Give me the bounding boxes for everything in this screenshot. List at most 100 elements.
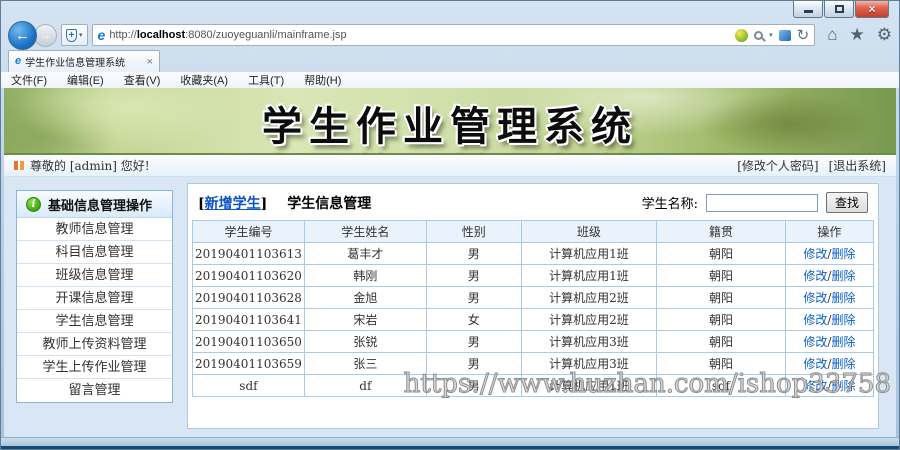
cell-gender: 女 <box>425 308 522 331</box>
delete-link[interactable]: 删除 <box>831 269 855 283</box>
maximize-button[interactable] <box>824 1 854 18</box>
tab-close-icon[interactable]: × <box>147 56 153 68</box>
add-student-link[interactable]: 新增学生 <box>205 196 261 212</box>
edit-link[interactable]: 修改 <box>803 269 827 283</box>
back-button[interactable]: ← <box>8 20 37 50</box>
delete-link[interactable]: 删除 <box>831 247 855 261</box>
sidebar-item[interactable]: 班级信息管理 <box>17 264 172 287</box>
search-label: 学生名称: <box>641 197 698 212</box>
url-path: :8080/zuoyeguanli/mainframe.jsp <box>185 29 347 41</box>
student-table-body: 20190401103613 葛丰才男计算机应用1班 朝阳 修改/删除 20190401… <box>192 242 875 397</box>
close-button[interactable]: × <box>855 1 889 18</box>
url-text: http://localhost:8080/zuoyeguanli/mainfr… <box>109 29 731 41</box>
chevron-down-icon: ▾ <box>79 32 83 39</box>
cell-origin: 朝阳 <box>656 286 786 309</box>
menu-item-favorites[interactable]: 收藏夹(A) <box>180 72 228 88</box>
info-icon: i <box>26 196 41 212</box>
cell-id: 20190401103650 <box>192 330 305 353</box>
page-content: 学生作业管理系统 学生作业管理系统 尊敬的 [admin] 您好! [修改个人密… <box>4 88 896 437</box>
cell-class: 计算机应用1班 <box>520 264 658 287</box>
search-icon[interactable] <box>754 30 764 40</box>
cell-class: 计算机应用2班 <box>520 308 658 331</box>
table-header-row: 学生编号 学生姓名 性别 班级 籍贯 操作 <box>192 220 875 243</box>
forward-button[interactable]: → <box>34 23 57 47</box>
cell-operations: 修改/删除 <box>784 352 875 375</box>
address-bar-icons: ▾ ↻ <box>735 28 809 43</box>
cell-id: sdf <box>192 374 305 397</box>
table-row: 20190401103628 金旭男计算机应用2班 朝阳 修改/删除 <box>192 286 875 309</box>
sidebar-item[interactable]: 教师信息管理 <box>17 218 172 241</box>
shield-icon: + <box>66 28 77 42</box>
cell-operations: 修改/删除 <box>784 330 875 353</box>
ie-logo-icon: e <box>97 27 106 43</box>
menu-item-file[interactable]: 文件(F) <box>11 72 47 88</box>
cell-class: 计算机应用1班 <box>520 374 658 397</box>
sidebar-header: i 基础信息管理操作 <box>17 191 172 218</box>
cell-name: 韩刚 <box>303 264 427 287</box>
cell-name: 葛丰才 <box>303 242 427 265</box>
page-title: 学生信息管理 <box>287 195 372 212</box>
delete-link[interactable]: 删除 <box>831 335 855 349</box>
cell-name: 宋岩 <box>303 308 427 331</box>
close-icon: × <box>868 2 876 16</box>
search-provider-icon[interactable] <box>778 29 791 41</box>
sidebar-item[interactable]: 科目信息管理 <box>17 241 172 264</box>
sidebar-item[interactable]: 学生信息管理 <box>17 310 172 333</box>
browser-toolbar: ← → + ▾ e http://localhost:8080/zuoyegua… <box>8 20 892 50</box>
cell-class: 计算机应用3班 <box>520 330 658 353</box>
cell-origin: 朝阳 <box>656 330 786 353</box>
table-row: 20190401103641 宋岩女计算机应用2班 朝阳 修改/删除 <box>192 308 875 331</box>
cell-gender: 男 <box>425 330 522 353</box>
main-panel: [新增学生] 学生信息管理 学生名称: 查找 学生编号 学生姓名 性别 班级 籍… <box>187 183 879 429</box>
refresh-icon[interactable]: ↻ <box>797 28 810 43</box>
tab-bar: e 学生作业信息管理系统 × <box>8 50 892 72</box>
cell-name: 张三 <box>303 352 427 375</box>
sidebar-item[interactable]: 开课信息管理 <box>17 287 172 310</box>
url-host: localhost <box>136 29 186 41</box>
sidebar-item[interactable]: 教师上传资料管理 <box>17 333 172 356</box>
minimize-button[interactable] <box>793 1 823 18</box>
forward-icon: → <box>39 28 52 42</box>
browser-tab[interactable]: e 学生作业信息管理系统 × <box>8 50 160 72</box>
edit-link[interactable]: 修改 <box>803 379 827 393</box>
menu-item-tools[interactable]: 工具(T) <box>248 72 284 88</box>
student-name-input[interactable] <box>705 193 818 212</box>
menu-item-edit[interactable]: 编辑(E) <box>67 72 104 88</box>
bracket-open: [ <box>198 195 205 212</box>
sidebar-item[interactable]: 留言管理 <box>17 379 172 402</box>
header-operations: 操作 <box>784 220 875 243</box>
delete-link[interactable]: 删除 <box>831 291 855 305</box>
minimize-icon <box>803 10 813 13</box>
search-dropdown-icon[interactable]: ▾ <box>769 31 773 39</box>
cell-operations: 修改/删除 <box>784 242 875 265</box>
edit-link[interactable]: 修改 <box>803 291 827 305</box>
site-icon[interactable] <box>735 28 749 42</box>
cell-class: 计算机应用1班 <box>520 242 658 265</box>
cell-gender: 男 <box>425 264 522 287</box>
welcome-text: 尊敬的 [admin] 您好! <box>30 159 150 173</box>
sidebar-item[interactable]: 学生上传作业管理 <box>17 356 172 379</box>
home-icon[interactable]: ⌂ <box>827 25 837 45</box>
favorites-star-icon[interactable]: ★ <box>850 25 865 45</box>
edit-link[interactable]: 修改 <box>803 313 827 327</box>
delete-link[interactable]: 删除 <box>831 379 855 393</box>
edit-link[interactable]: 修改 <box>803 335 827 349</box>
edit-link[interactable]: 修改 <box>803 247 827 261</box>
change-password-link[interactable]: [修改个人密码] <box>737 157 818 174</box>
cell-origin: 朝阳 <box>656 352 786 375</box>
cell-id: 20190401103659 <box>192 352 305 375</box>
cell-gender: 男 <box>425 374 522 397</box>
menu-item-help[interactable]: 帮助(H) <box>304 72 341 88</box>
cell-gender: 男 <box>425 352 522 375</box>
search-button[interactable]: 查找 <box>825 192 868 213</box>
delete-link[interactable]: 删除 <box>831 313 855 327</box>
delete-link[interactable]: 删除 <box>831 357 855 371</box>
url-protocol: http:// <box>109 29 137 41</box>
settings-gear-icon[interactable]: ⚙ <box>877 25 892 45</box>
compatibility-button[interactable]: + ▾ <box>61 24 88 46</box>
address-bar[interactable]: e http://localhost:8080/zuoyeguanli/main… <box>91 24 816 46</box>
edit-link[interactable]: 修改 <box>803 357 827 371</box>
sidebar: i 基础信息管理操作 教师信息管理 科目信息管理 班级信息管理 开课信息管理 学生信息管… <box>16 190 173 403</box>
logout-link[interactable]: [退出系统] <box>829 157 886 174</box>
menu-item-view[interactable]: 查看(V) <box>124 72 161 88</box>
